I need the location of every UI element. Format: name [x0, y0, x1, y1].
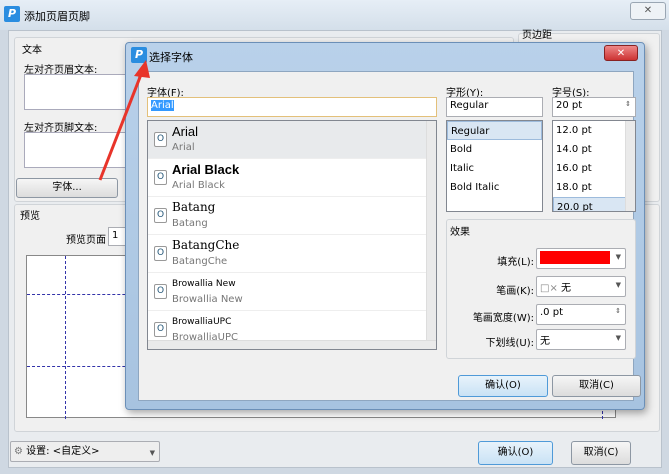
font-item[interactable]: O Arial Black Arial Black	[148, 159, 436, 197]
chevron-down-icon: ▼	[615, 334, 621, 342]
opentype-font-icon: O	[154, 322, 167, 337]
stroke-label: 笔画(K):	[496, 286, 534, 297]
dialog-body: 字体(F): Arial O Arial Arial O Arial Black Ari…	[138, 71, 636, 401]
font-item-sample: Browallia New	[172, 294, 243, 305]
cancel-button[interactable]: 取消(C)	[571, 441, 631, 465]
font-item-sample: BatangChe	[172, 256, 228, 267]
font-item-name: BrowalliaUPC	[172, 317, 232, 327]
stroke-dropdown[interactable]: □× 无 ▼	[536, 276, 626, 297]
dialog-title: 选择字体	[149, 51, 193, 64]
underline-label: 下划线(U):	[485, 338, 535, 349]
font-item-sample: Arial	[172, 142, 195, 153]
font-list-hscrollbar[interactable]	[148, 340, 436, 349]
opentype-font-icon: O	[154, 132, 167, 147]
window-close-button[interactable]: ✕	[630, 2, 666, 20]
font-input[interactable]: Arial	[147, 97, 437, 117]
opentype-font-icon: O	[154, 208, 167, 223]
size-list-scrollbar[interactable]	[625, 121, 635, 211]
size-value: 20 pt	[556, 100, 583, 111]
fill-label: 填充(L):	[497, 257, 534, 268]
font-item-name: Batang	[172, 200, 216, 214]
font-item[interactable]: O Arial Arial	[148, 121, 436, 159]
opentype-font-icon: O	[154, 170, 167, 185]
opentype-font-icon: O	[154, 284, 167, 299]
preview-page-label: 预览页面	[66, 235, 106, 246]
stroke-width-label: 笔画宽度(W):	[472, 313, 534, 324]
style-item[interactable]: Bold Italic	[447, 178, 542, 197]
chevron-down-icon: ▼	[615, 281, 621, 289]
font-input-value: Arial	[151, 100, 174, 111]
style-list[interactable]: Regular Bold Italic Bold Italic	[446, 120, 543, 212]
font-item-sample: Batang	[172, 218, 208, 229]
size-item[interactable]: 20.0 pt	[553, 197, 635, 211]
dialog-cancel-button[interactable]: 取消(C)	[552, 375, 641, 397]
header-left-textarea[interactable]	[24, 74, 128, 110]
ok-button[interactable]: 确认(O)	[478, 441, 553, 465]
text-group-title: 文本	[22, 45, 42, 56]
settings-value: <自定义>	[52, 446, 100, 457]
window-title-bar: P 添加页眉页脚 ✕	[0, 0, 669, 30]
font-item-name: Arial Black	[172, 162, 240, 177]
dialog-close-button[interactable]: ✕	[604, 45, 638, 61]
underline-value: 无	[540, 336, 550, 347]
effects-title: 效果	[450, 227, 470, 238]
settings-dropdown[interactable]: ⚙ 设置: <自定义> ▼	[10, 441, 160, 462]
font-item-name: Browallia New	[172, 279, 236, 289]
app-logo-icon: P	[4, 6, 20, 22]
stroke-width-input[interactable]: .0 pt ⇕	[536, 304, 626, 325]
font-item-sample: Arial Black	[172, 180, 225, 191]
size-item[interactable]: 12.0 pt	[553, 121, 635, 140]
size-item[interactable]: 16.0 pt	[553, 159, 635, 178]
font-item-name: Arial	[172, 124, 199, 139]
font-item[interactable]: O BatangChe BatangChe	[148, 235, 436, 273]
window-title: 添加页眉页脚	[24, 10, 90, 23]
no-color-icon: □×	[540, 283, 558, 294]
stroke-value: 无	[561, 283, 572, 294]
size-list[interactable]: 12.0 pt 14.0 pt 16.0 pt 18.0 pt 20.0 pt	[552, 120, 636, 212]
font-item[interactable]: O Browallia New Browallia New	[148, 273, 436, 311]
font-dialog: P 选择字体 ✕ 字体(F): Arial O Arial Arial O Arial…	[125, 42, 645, 410]
footer-left-textarea[interactable]	[24, 132, 128, 168]
style-item[interactable]: Bold	[447, 140, 542, 159]
fill-color-swatch	[540, 251, 610, 264]
style-item[interactable]: Regular	[447, 121, 542, 140]
font-list-vscrollbar[interactable]	[426, 121, 436, 341]
app-logo-icon: P	[131, 47, 147, 63]
font-item[interactable]: O Batang Batang	[148, 197, 436, 235]
size-input[interactable]: 20 pt ⇕	[552, 97, 636, 117]
spinner-icon[interactable]: ⇕	[615, 307, 621, 315]
size-item[interactable]: 14.0 pt	[553, 140, 635, 159]
margin-guide	[65, 256, 66, 419]
dialog-ok-button[interactable]: 确认(O)	[458, 375, 548, 397]
chevron-down-icon: ▼	[615, 253, 621, 261]
font-list[interactable]: O Arial Arial O Arial Black Arial Black O Bat…	[147, 120, 437, 350]
gear-icon: ⚙	[14, 446, 23, 457]
underline-dropdown[interactable]: 无 ▼	[536, 329, 626, 350]
chevron-down-icon: ▼	[149, 449, 155, 457]
opentype-font-icon: O	[154, 246, 167, 261]
settings-label: 设置:	[26, 446, 50, 457]
font-button[interactable]: 字体...	[16, 178, 118, 198]
spinner-icon[interactable]: ⇕	[625, 100, 631, 108]
stroke-width-value: .0 pt	[540, 307, 563, 318]
font-item-name: BatangChe	[172, 238, 240, 252]
size-item[interactable]: 18.0 pt	[553, 178, 635, 197]
margin-group-title: 页边距	[522, 30, 552, 41]
fill-color-dropdown[interactable]: ▼	[536, 248, 626, 269]
style-input[interactable]: Regular	[446, 97, 543, 117]
style-item[interactable]: Italic	[447, 159, 542, 178]
preview-title: 预览	[20, 211, 40, 222]
